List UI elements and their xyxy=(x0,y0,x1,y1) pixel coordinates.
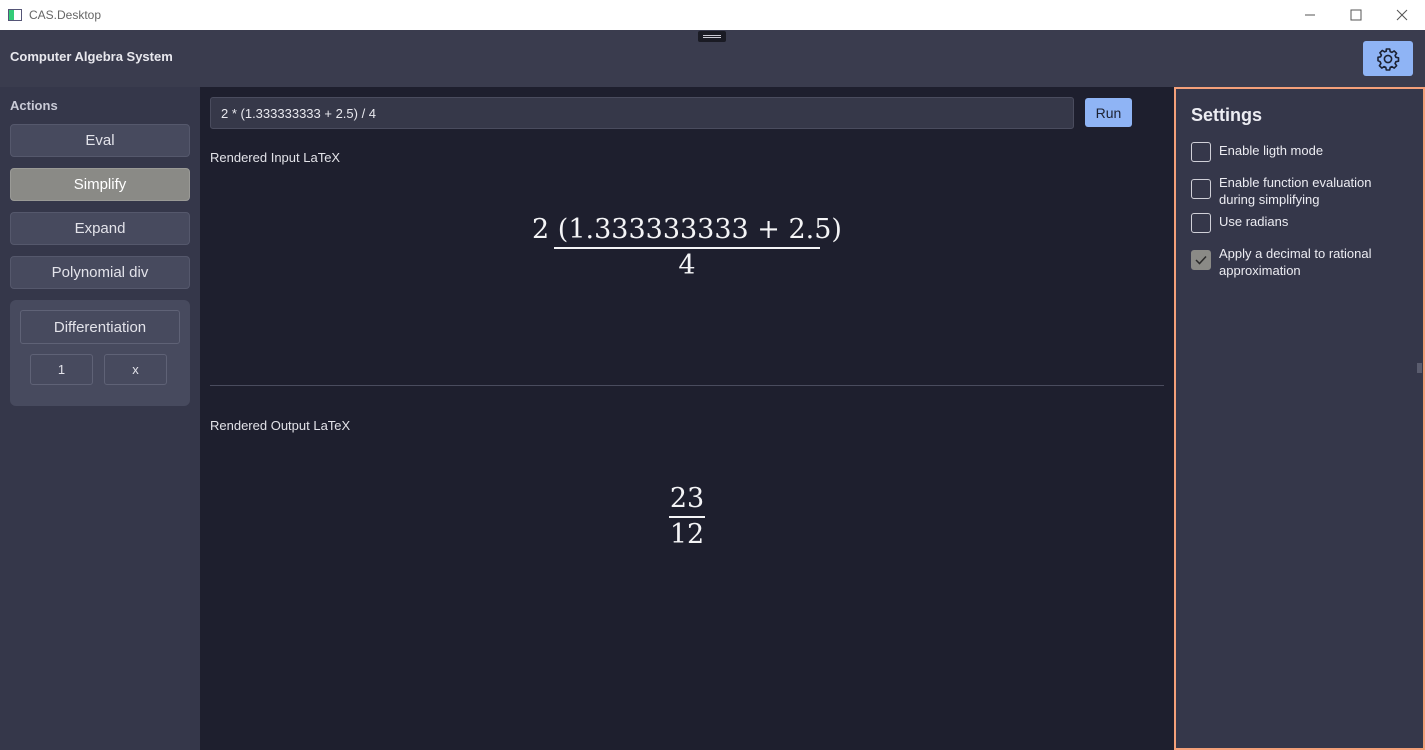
light-mode-label: Enable ligth mode xyxy=(1219,143,1324,158)
window-titlebar: CAS.Desktop xyxy=(0,0,1425,30)
simplify-button[interactable]: Simplify xyxy=(10,168,190,201)
actions-sidebar: Actions Eval Simplify Expand Polynomial … xyxy=(0,87,200,750)
output-denominator: 12 xyxy=(669,518,705,550)
function-evaluation-label: Enable function evaluation during simpli… xyxy=(1219,175,1372,207)
app-title: Computer Algebra System xyxy=(10,49,173,64)
section-divider xyxy=(210,385,1164,386)
option-function-evaluation[interactable]: Enable function evaluation during simpli… xyxy=(1191,174,1409,208)
maximize-button[interactable] xyxy=(1333,0,1379,30)
expression-input[interactable]: 2 * (1.333333333 + 2.5) / 4 xyxy=(210,97,1074,129)
polynomial-div-button[interactable]: Polynomial div xyxy=(10,256,190,289)
main-panel: 2 * (1.333333333 + 2.5) / 4 Run Rendered… xyxy=(200,87,1174,750)
actions-label: Actions xyxy=(10,98,58,113)
option-use-radians[interactable]: Use radians xyxy=(1191,213,1409,233)
settings-button[interactable] xyxy=(1363,41,1413,76)
close-button[interactable] xyxy=(1379,0,1425,30)
settings-panel: Settings Enable ligth mode Enable functi… xyxy=(1174,87,1425,750)
scrollbar-thumb[interactable] xyxy=(1417,363,1422,373)
input-denominator: 4 xyxy=(678,249,696,281)
use-radians-label: Use radians xyxy=(1219,214,1289,229)
differentiation-group: Differentiation 1 x xyxy=(10,300,190,406)
derivative-variable-input[interactable]: x xyxy=(104,354,167,385)
checkmark-icon xyxy=(1195,255,1207,265)
maximize-icon xyxy=(1350,9,1362,21)
eval-button[interactable]: Eval xyxy=(10,124,190,157)
drag-handle[interactable] xyxy=(698,31,726,42)
app-header: Computer Algebra System xyxy=(0,30,1425,87)
output-numerator: 23 xyxy=(669,483,705,514)
app-icon xyxy=(8,9,22,21)
function-evaluation-checkbox[interactable] xyxy=(1191,179,1211,199)
rational-approximation-label: Apply a decimal to rational approximatio… xyxy=(1219,246,1372,278)
option-light-mode[interactable]: Enable ligth mode xyxy=(1191,142,1409,162)
window-title: CAS.Desktop xyxy=(29,8,102,22)
run-button[interactable]: Run xyxy=(1085,98,1132,127)
minimize-icon xyxy=(1305,14,1315,16)
differentiation-button[interactable]: Differentiation xyxy=(20,310,180,344)
output-latex-render: 23 12 xyxy=(669,482,705,552)
derivative-order-input[interactable]: 1 xyxy=(30,354,93,385)
input-latex-caption: Rendered Input LaTeX xyxy=(210,150,341,165)
gear-icon xyxy=(1377,47,1400,71)
minimize-button[interactable] xyxy=(1287,0,1333,30)
close-icon xyxy=(1396,9,1408,21)
output-latex-caption: Rendered Output LaTeX xyxy=(210,418,351,433)
window-controls xyxy=(1287,0,1425,30)
light-mode-checkbox[interactable] xyxy=(1191,142,1211,162)
expand-button[interactable]: Expand xyxy=(10,212,190,245)
rational-approximation-checkbox[interactable] xyxy=(1191,250,1211,270)
settings-title: Settings xyxy=(1191,105,1263,125)
input-latex-render: 2 (1.333333333 + 2.5) 4 xyxy=(532,213,842,283)
input-numerator: 2 (1.333333333 + 2.5) xyxy=(532,214,842,245)
use-radians-checkbox[interactable] xyxy=(1191,213,1211,233)
option-rational-approximation[interactable]: Apply a decimal to rational approximatio… xyxy=(1191,245,1409,279)
